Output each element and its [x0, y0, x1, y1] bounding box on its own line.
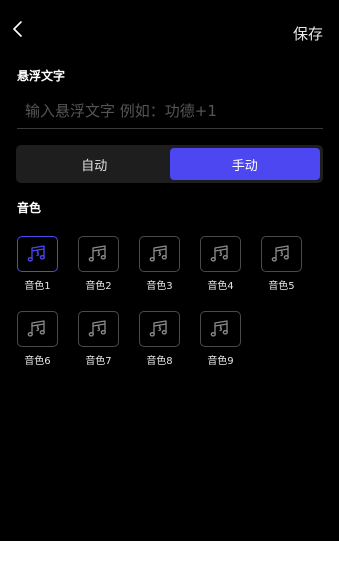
music-note-icon — [210, 320, 228, 337]
mode-option-auto[interactable]: 自动 — [19, 148, 170, 180]
float-text-input[interactable] — [17, 93, 323, 129]
music-note-icon — [27, 320, 45, 337]
tone-label: 音色8 — [146, 356, 173, 367]
tone-button[interactable] — [78, 311, 119, 347]
tone-label: 音色3 — [146, 281, 173, 292]
music-note-icon — [271, 245, 289, 262]
music-note-icon — [210, 245, 228, 262]
music-note-icon — [149, 245, 167, 262]
tone-item-4[interactable]: 音色4 — [200, 236, 241, 292]
music-note-icon — [88, 320, 106, 337]
mode-option-manual[interactable]: 手动 — [169, 148, 320, 180]
tone-item-5[interactable]: 音色5 — [261, 236, 302, 292]
float-text-label: 悬浮文字 — [17, 69, 66, 83]
tone-label: 音色6 — [24, 356, 51, 367]
tone-item-8[interactable]: 音色8 — [139, 311, 180, 367]
tone-section-label: 音色 — [17, 201, 42, 215]
tone-item-9[interactable]: 音色9 — [200, 311, 241, 367]
music-note-icon — [27, 245, 45, 262]
music-note-icon — [149, 320, 167, 337]
tone-item-1[interactable]: 音色1 — [17, 236, 58, 292]
tone-button[interactable] — [78, 236, 119, 272]
tone-label: 音色5 — [268, 281, 295, 292]
tone-button[interactable] — [139, 311, 180, 347]
tone-label: 音色7 — [85, 356, 112, 367]
tone-label: 音色9 — [207, 356, 234, 367]
tone-label: 音色1 — [24, 281, 51, 292]
save-button[interactable]: 保存 — [293, 24, 323, 44]
tone-label: 音色4 — [207, 281, 234, 292]
tone-button[interactable] — [200, 236, 241, 272]
tone-button[interactable] — [200, 311, 241, 347]
tone-item-6[interactable]: 音色6 — [17, 311, 58, 367]
tone-label: 音色2 — [85, 281, 112, 292]
tone-button[interactable] — [261, 236, 302, 272]
tone-button[interactable] — [17, 236, 58, 272]
tone-button[interactable] — [139, 236, 180, 272]
screen: 保存 悬浮文字 自动 手动 音色 音色1 音色2 音色3 音色4 音色5 — [0, 0, 339, 541]
tone-item-3[interactable]: 音色3 — [139, 236, 180, 292]
tone-button[interactable] — [17, 311, 58, 347]
mode-segmented-control: 自动 手动 — [16, 145, 323, 183]
tone-item-2[interactable]: 音色2 — [78, 236, 119, 292]
back-button[interactable] — [8, 18, 30, 40]
chevron-left-icon — [13, 21, 22, 37]
music-note-icon — [88, 245, 106, 262]
tone-item-7[interactable]: 音色7 — [78, 311, 119, 367]
